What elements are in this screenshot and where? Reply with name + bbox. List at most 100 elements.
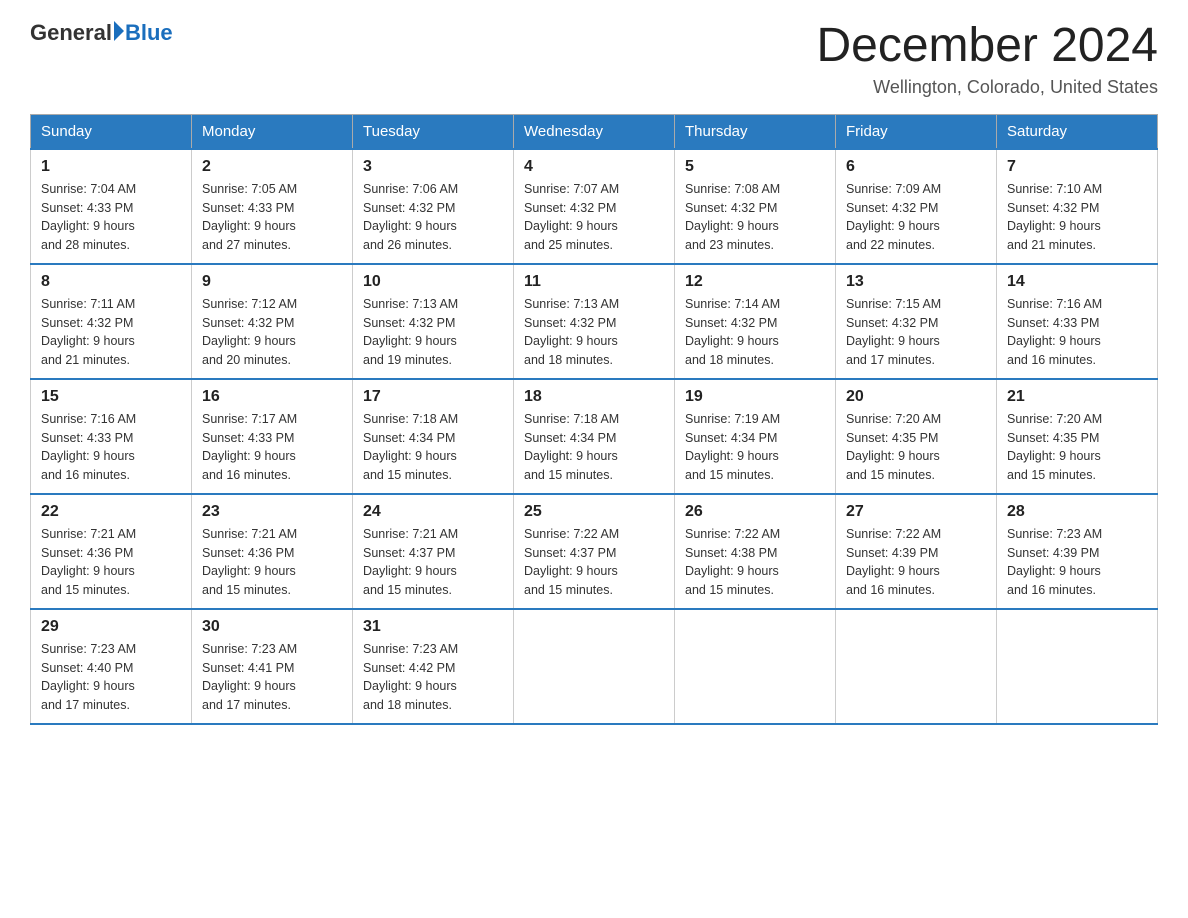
day-info: Sunrise: 7:04 AM Sunset: 4:33 PM Dayligh… — [41, 180, 181, 255]
table-row: 23 Sunrise: 7:21 AM Sunset: 4:36 PM Dayl… — [192, 494, 353, 609]
day-info: Sunrise: 7:16 AM Sunset: 4:33 PM Dayligh… — [1007, 295, 1147, 370]
header-sunday: Sunday — [31, 114, 192, 149]
location-subtitle: Wellington, Colorado, United States — [816, 77, 1158, 98]
day-number: 1 — [41, 158, 181, 176]
table-row: 24 Sunrise: 7:21 AM Sunset: 4:37 PM Dayl… — [353, 494, 514, 609]
table-row: 18 Sunrise: 7:18 AM Sunset: 4:34 PM Dayl… — [514, 379, 675, 494]
calendar-table: Sunday Monday Tuesday Wednesday Thursday… — [30, 114, 1158, 725]
day-number: 21 — [1007, 388, 1147, 406]
day-info: Sunrise: 7:21 AM Sunset: 4:37 PM Dayligh… — [363, 525, 503, 600]
day-number: 31 — [363, 618, 503, 636]
day-info: Sunrise: 7:20 AM Sunset: 4:35 PM Dayligh… — [1007, 410, 1147, 485]
logo-text: General Blue — [30, 20, 173, 46]
table-row: 17 Sunrise: 7:18 AM Sunset: 4:34 PM Dayl… — [353, 379, 514, 494]
day-info: Sunrise: 7:22 AM Sunset: 4:37 PM Dayligh… — [524, 525, 664, 600]
day-number: 4 — [524, 158, 664, 176]
day-info: Sunrise: 7:10 AM Sunset: 4:32 PM Dayligh… — [1007, 180, 1147, 255]
table-row: 31 Sunrise: 7:23 AM Sunset: 4:42 PM Dayl… — [353, 609, 514, 724]
calendar-week-1: 1 Sunrise: 7:04 AM Sunset: 4:33 PM Dayli… — [31, 149, 1158, 264]
table-row: 4 Sunrise: 7:07 AM Sunset: 4:32 PM Dayli… — [514, 149, 675, 264]
table-row: 15 Sunrise: 7:16 AM Sunset: 4:33 PM Dayl… — [31, 379, 192, 494]
day-info: Sunrise: 7:18 AM Sunset: 4:34 PM Dayligh… — [363, 410, 503, 485]
day-info: Sunrise: 7:23 AM Sunset: 4:40 PM Dayligh… — [41, 640, 181, 715]
day-info: Sunrise: 7:18 AM Sunset: 4:34 PM Dayligh… — [524, 410, 664, 485]
day-info: Sunrise: 7:09 AM Sunset: 4:32 PM Dayligh… — [846, 180, 986, 255]
header-saturday: Saturday — [997, 114, 1158, 149]
table-row: 6 Sunrise: 7:09 AM Sunset: 4:32 PM Dayli… — [836, 149, 997, 264]
table-row — [675, 609, 836, 724]
day-info: Sunrise: 7:22 AM Sunset: 4:38 PM Dayligh… — [685, 525, 825, 600]
day-number: 17 — [363, 388, 503, 406]
day-info: Sunrise: 7:19 AM Sunset: 4:34 PM Dayligh… — [685, 410, 825, 485]
day-info: Sunrise: 7:07 AM Sunset: 4:32 PM Dayligh… — [524, 180, 664, 255]
day-number: 30 — [202, 618, 342, 636]
table-row: 11 Sunrise: 7:13 AM Sunset: 4:32 PM Dayl… — [514, 264, 675, 379]
table-row: 26 Sunrise: 7:22 AM Sunset: 4:38 PM Dayl… — [675, 494, 836, 609]
day-info: Sunrise: 7:14 AM Sunset: 4:32 PM Dayligh… — [685, 295, 825, 370]
header-wednesday: Wednesday — [514, 114, 675, 149]
day-number: 10 — [363, 273, 503, 291]
day-info: Sunrise: 7:05 AM Sunset: 4:33 PM Dayligh… — [202, 180, 342, 255]
day-number: 25 — [524, 503, 664, 521]
day-number: 14 — [1007, 273, 1147, 291]
table-row — [997, 609, 1158, 724]
day-number: 27 — [846, 503, 986, 521]
day-number: 2 — [202, 158, 342, 176]
table-row: 10 Sunrise: 7:13 AM Sunset: 4:32 PM Dayl… — [353, 264, 514, 379]
day-info: Sunrise: 7:13 AM Sunset: 4:32 PM Dayligh… — [524, 295, 664, 370]
table-row: 29 Sunrise: 7:23 AM Sunset: 4:40 PM Dayl… — [31, 609, 192, 724]
day-number: 8 — [41, 273, 181, 291]
table-row: 22 Sunrise: 7:21 AM Sunset: 4:36 PM Dayl… — [31, 494, 192, 609]
day-number: 20 — [846, 388, 986, 406]
day-info: Sunrise: 7:13 AM Sunset: 4:32 PM Dayligh… — [363, 295, 503, 370]
day-info: Sunrise: 7:20 AM Sunset: 4:35 PM Dayligh… — [846, 410, 986, 485]
table-row: 28 Sunrise: 7:23 AM Sunset: 4:39 PM Dayl… — [997, 494, 1158, 609]
day-info: Sunrise: 7:06 AM Sunset: 4:32 PM Dayligh… — [363, 180, 503, 255]
table-row: 25 Sunrise: 7:22 AM Sunset: 4:37 PM Dayl… — [514, 494, 675, 609]
table-row: 21 Sunrise: 7:20 AM Sunset: 4:35 PM Dayl… — [997, 379, 1158, 494]
day-info: Sunrise: 7:22 AM Sunset: 4:39 PM Dayligh… — [846, 525, 986, 600]
title-area: December 2024 Wellington, Colorado, Unit… — [816, 20, 1158, 98]
day-info: Sunrise: 7:08 AM Sunset: 4:32 PM Dayligh… — [685, 180, 825, 255]
logo-arrow-icon — [114, 21, 124, 41]
day-number: 3 — [363, 158, 503, 176]
calendar-week-2: 8 Sunrise: 7:11 AM Sunset: 4:32 PM Dayli… — [31, 264, 1158, 379]
day-number: 5 — [685, 158, 825, 176]
header-tuesday: Tuesday — [353, 114, 514, 149]
day-number: 16 — [202, 388, 342, 406]
day-number: 23 — [202, 503, 342, 521]
day-number: 29 — [41, 618, 181, 636]
table-row: 7 Sunrise: 7:10 AM Sunset: 4:32 PM Dayli… — [997, 149, 1158, 264]
header-thursday: Thursday — [675, 114, 836, 149]
table-row: 2 Sunrise: 7:05 AM Sunset: 4:33 PM Dayli… — [192, 149, 353, 264]
day-info: Sunrise: 7:12 AM Sunset: 4:32 PM Dayligh… — [202, 295, 342, 370]
day-info: Sunrise: 7:21 AM Sunset: 4:36 PM Dayligh… — [41, 525, 181, 600]
table-row: 5 Sunrise: 7:08 AM Sunset: 4:32 PM Dayli… — [675, 149, 836, 264]
table-row: 19 Sunrise: 7:19 AM Sunset: 4:34 PM Dayl… — [675, 379, 836, 494]
table-row: 3 Sunrise: 7:06 AM Sunset: 4:32 PM Dayli… — [353, 149, 514, 264]
day-number: 22 — [41, 503, 181, 521]
logo-blue-word: Blue — [125, 20, 173, 46]
header-friday: Friday — [836, 114, 997, 149]
month-title: December 2024 — [816, 20, 1158, 73]
table-row: 12 Sunrise: 7:14 AM Sunset: 4:32 PM Dayl… — [675, 264, 836, 379]
day-number: 28 — [1007, 503, 1147, 521]
day-info: Sunrise: 7:23 AM Sunset: 4:41 PM Dayligh… — [202, 640, 342, 715]
day-info: Sunrise: 7:15 AM Sunset: 4:32 PM Dayligh… — [846, 295, 986, 370]
logo: General Blue — [30, 20, 173, 46]
day-info: Sunrise: 7:23 AM Sunset: 4:42 PM Dayligh… — [363, 640, 503, 715]
logo-general-word: General — [30, 20, 112, 46]
table-row: 30 Sunrise: 7:23 AM Sunset: 4:41 PM Dayl… — [192, 609, 353, 724]
table-row: 27 Sunrise: 7:22 AM Sunset: 4:39 PM Dayl… — [836, 494, 997, 609]
day-number: 13 — [846, 273, 986, 291]
calendar-week-3: 15 Sunrise: 7:16 AM Sunset: 4:33 PM Dayl… — [31, 379, 1158, 494]
day-info: Sunrise: 7:23 AM Sunset: 4:39 PM Dayligh… — [1007, 525, 1147, 600]
table-row: 9 Sunrise: 7:12 AM Sunset: 4:32 PM Dayli… — [192, 264, 353, 379]
day-number: 18 — [524, 388, 664, 406]
table-row: 1 Sunrise: 7:04 AM Sunset: 4:33 PM Dayli… — [31, 149, 192, 264]
day-info: Sunrise: 7:21 AM Sunset: 4:36 PM Dayligh… — [202, 525, 342, 600]
table-row: 8 Sunrise: 7:11 AM Sunset: 4:32 PM Dayli… — [31, 264, 192, 379]
table-row — [514, 609, 675, 724]
page-header: General Blue December 2024 Wellington, C… — [30, 20, 1158, 98]
table-row: 20 Sunrise: 7:20 AM Sunset: 4:35 PM Dayl… — [836, 379, 997, 494]
